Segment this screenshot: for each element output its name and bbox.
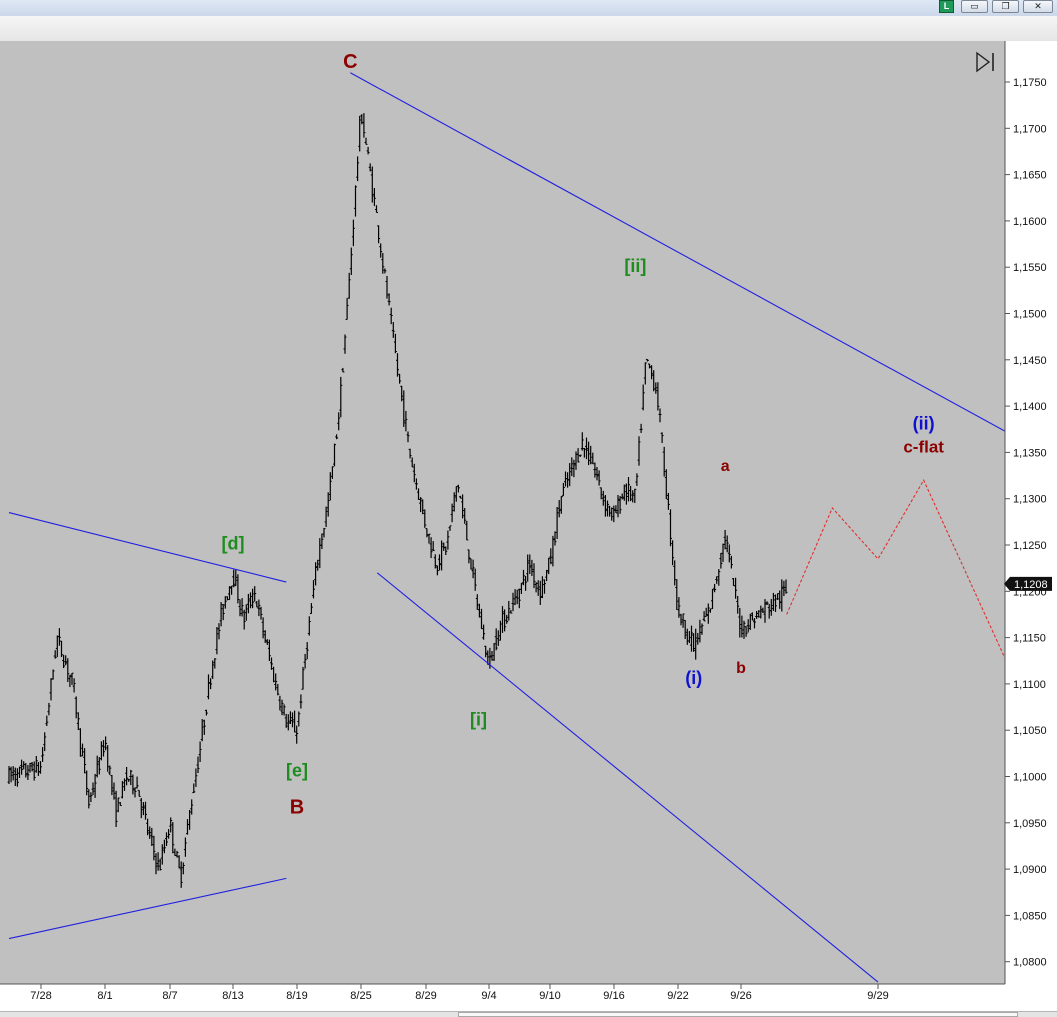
scrollbar-thumb[interactable]	[458, 1012, 1018, 1017]
y-tick-label: 1,1150	[1013, 633, 1046, 645]
x-tick-label: 9/29	[867, 990, 888, 1002]
y-tick-label: 1,0800	[1013, 957, 1047, 969]
window-title-bar: L ▭ ❐ ✕	[0, 0, 1057, 16]
y-tick-label: 1,1750	[1013, 77, 1047, 89]
x-tick-label: 8/1	[97, 990, 112, 1002]
price-tag-label: 1,1208	[1014, 579, 1048, 591]
x-tick-label: 8/7	[162, 990, 177, 1002]
y-tick-label: 1,1000	[1013, 772, 1047, 784]
y-tick-label: 1,1100	[1013, 679, 1046, 691]
wave-label: [e]	[286, 761, 308, 781]
y-tick-label: 1,1600	[1013, 216, 1047, 228]
x-tick-label: 8/19	[286, 990, 307, 1002]
wave-label: B	[290, 797, 304, 819]
x-tick-label: 9/10	[539, 990, 560, 1002]
x-tick-label: 9/22	[667, 990, 688, 1002]
plot-area	[0, 41, 1005, 984]
y-tick-label: 1,1550	[1013, 262, 1047, 274]
app-badge: L	[939, 0, 954, 13]
chart-toolbar	[0, 16, 1057, 41]
restore-button[interactable]: ❐	[992, 0, 1019, 13]
x-tick-label: 7/28	[30, 990, 51, 1002]
scroll-to-end-icon[interactable]	[976, 51, 996, 73]
x-tick-label: 8/13	[222, 990, 243, 1002]
wave-label: (ii)	[913, 413, 935, 433]
x-tick-label: 9/26	[730, 990, 751, 1002]
minimize-button[interactable]: ▭	[961, 0, 988, 13]
x-axis-panel	[0, 984, 1057, 1011]
y-tick-label: 1,1700	[1013, 123, 1047, 135]
wave-label: (i)	[685, 668, 702, 688]
y-axis-panel	[1005, 41, 1057, 984]
y-tick-label: 1,1500	[1013, 309, 1047, 321]
wave-label: C	[343, 51, 357, 73]
y-tick-label: 1,1450	[1013, 355, 1047, 367]
x-tick-label: 9/16	[603, 990, 624, 1002]
x-tick-label: 8/29	[415, 990, 436, 1002]
y-tick-label: 1,1250	[1013, 540, 1047, 552]
x-tick-label: 8/25	[350, 990, 371, 1002]
wave-label: a	[721, 458, 730, 475]
close-button[interactable]: ✕	[1023, 0, 1053, 13]
wave-label: c-flat	[903, 437, 944, 456]
y-tick-label: 1,1300	[1013, 494, 1047, 506]
y-tick-label: 1,1400	[1013, 401, 1047, 413]
y-tick-label: 1,1650	[1013, 170, 1047, 182]
y-tick-label: 1,0850	[1013, 910, 1047, 922]
y-tick-label: 1,1050	[1013, 725, 1047, 737]
y-tick-label: 1,1350	[1013, 447, 1047, 459]
wave-label: [d]	[222, 534, 245, 554]
x-tick-label: 9/4	[481, 990, 496, 1002]
wave-label: b	[736, 660, 746, 677]
wave-label: [i]	[470, 710, 487, 730]
wave-label: [ii]	[624, 256, 646, 276]
y-tick-label: 1,0950	[1013, 818, 1047, 830]
y-tick-label: 1,0900	[1013, 864, 1047, 876]
price-chart: C [d] [e] B [i] [ii] (i) a b (ii) c-flat 1,1750 1,1…	[0, 41, 1057, 1011]
current-price-tag: 1,1208	[1004, 576, 1052, 591]
